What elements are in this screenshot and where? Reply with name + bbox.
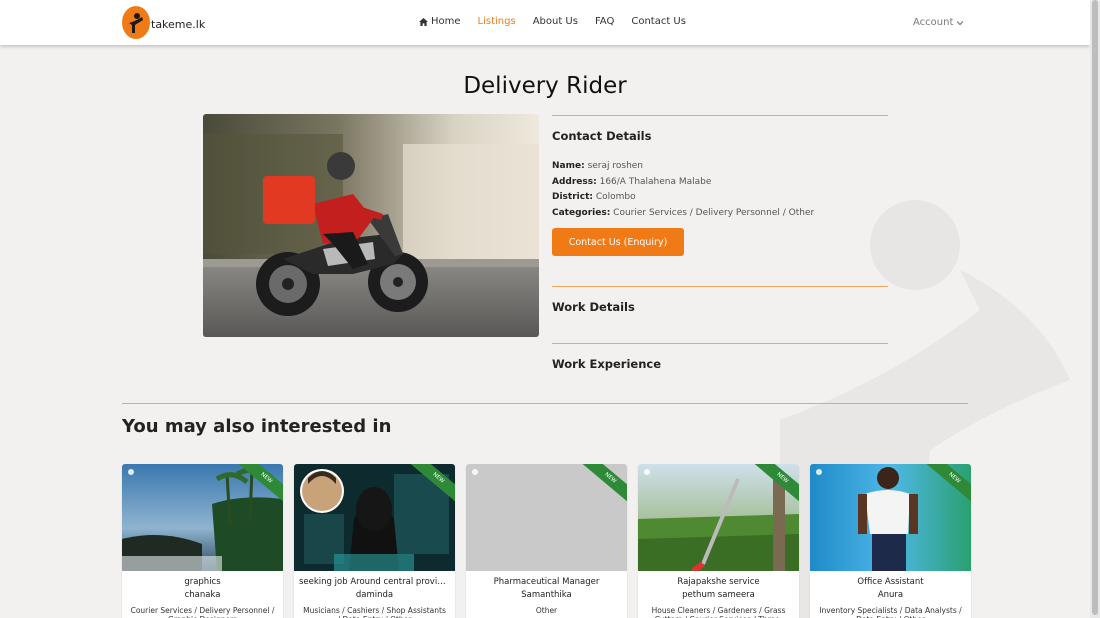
card-title: Rajapakshe service bbox=[677, 577, 760, 587]
account-menu[interactable]: Account bbox=[913, 17, 964, 28]
top-navbar: takeme.lk Home Listings About Us FAQ Con… bbox=[0, 0, 1090, 45]
indicator-dot bbox=[644, 469, 650, 475]
district-row: District: Colombo bbox=[552, 192, 636, 202]
chevron-down-icon bbox=[956, 20, 964, 25]
card-title: Office Assistant bbox=[857, 577, 924, 587]
nav-contact-us[interactable]: Contact Us bbox=[631, 16, 686, 27]
listing-image bbox=[203, 114, 539, 337]
card-image: NEW bbox=[638, 464, 799, 571]
work-details-heading: Work Details bbox=[552, 300, 635, 314]
site-logo[interactable]: takeme.lk bbox=[122, 6, 205, 39]
card-name: Anura bbox=[877, 590, 904, 600]
listing-card[interactable]: NEW Pharmaceutical Manager Samanthika Ot… bbox=[466, 464, 627, 618]
page-scrollbar[interactable] bbox=[1090, 0, 1100, 618]
indicator-dot bbox=[128, 469, 134, 475]
card-image: NEW bbox=[122, 464, 283, 571]
categories-row: Categories: Courier Services / Delivery … bbox=[552, 207, 815, 218]
divider bbox=[122, 403, 968, 404]
card-categories: Courier Services / Delivery Personnel / … bbox=[130, 606, 275, 618]
card-name: pethum sameera bbox=[682, 590, 755, 600]
card-image-placeholder: NEW bbox=[466, 464, 627, 571]
contact-info: Name: seraj roshen Address: 166/A Thalah… bbox=[552, 159, 888, 221]
divider bbox=[552, 343, 888, 344]
logo-text: takeme.lk bbox=[151, 18, 206, 31]
card-name: daminda bbox=[355, 590, 394, 600]
nav-listings[interactable]: Listings bbox=[478, 16, 516, 27]
name-row: Name: seraj roshen bbox=[552, 161, 644, 171]
listing-card[interactable]: NEW Office Assistant Anura Inventory Spe… bbox=[810, 464, 971, 618]
card-categories: House Cleaners / Gardeners / Grass Cutte… bbox=[651, 606, 786, 618]
divider bbox=[552, 115, 888, 116]
listing-card[interactable]: NEW Rajapakshe service pethum sameera Ho… bbox=[638, 464, 799, 618]
listing-card[interactable]: NEW seeking job Around central province … bbox=[294, 464, 455, 618]
card-categories: Other bbox=[535, 606, 558, 615]
contact-details-heading: Contact Details bbox=[552, 129, 652, 143]
card-name: Samanthika bbox=[521, 590, 572, 600]
card-name: chanaka bbox=[184, 590, 221, 600]
card-image: NEW bbox=[294, 464, 455, 571]
nav-home[interactable]: Home bbox=[419, 16, 461, 27]
indicator-dot bbox=[816, 469, 822, 475]
indicator-dot bbox=[472, 469, 478, 475]
divider bbox=[552, 286, 888, 287]
main-content: Delivery Rider Contact Details Name: ser… bbox=[0, 45, 1090, 618]
card-categories: Musicians / Cashiers / Shop Assistants /… bbox=[303, 606, 446, 618]
address-row: Address: 166/A Thalahena Malabe bbox=[552, 176, 712, 187]
card-title: seeking job Around central province bbox=[299, 577, 453, 587]
home-icon bbox=[419, 17, 428, 26]
page-title: Delivery Rider bbox=[463, 73, 627, 99]
listing-details: Contact Details Name: seraj roshen Addre… bbox=[552, 115, 888, 371]
nav-faq[interactable]: FAQ bbox=[595, 16, 614, 27]
listing-card[interactable]: NEW graphics chanaka Courier Services / … bbox=[122, 464, 283, 618]
related-listings: NEW graphics chanaka Courier Services / … bbox=[122, 464, 971, 618]
card-categories: Inventory Specialists / Data Analysts / … bbox=[819, 606, 962, 618]
card-title: Pharmaceutical Manager bbox=[493, 577, 600, 587]
related-heading: You may also interested in bbox=[122, 416, 392, 437]
main-nav: Home Listings About Us FAQ Contact Us bbox=[419, 16, 703, 27]
card-image: NEW bbox=[810, 464, 971, 571]
new-badge: NEW bbox=[579, 464, 627, 506]
scrollbar-thumb[interactable] bbox=[1092, 0, 1098, 615]
contact-enquiry-button[interactable]: Contact Us (Enquiry) bbox=[552, 228, 684, 256]
work-experience-heading: Work Experience bbox=[552, 357, 662, 371]
nav-about-us[interactable]: About Us bbox=[533, 16, 578, 27]
logo-mark-icon bbox=[122, 6, 150, 39]
card-title: graphics bbox=[184, 577, 221, 587]
